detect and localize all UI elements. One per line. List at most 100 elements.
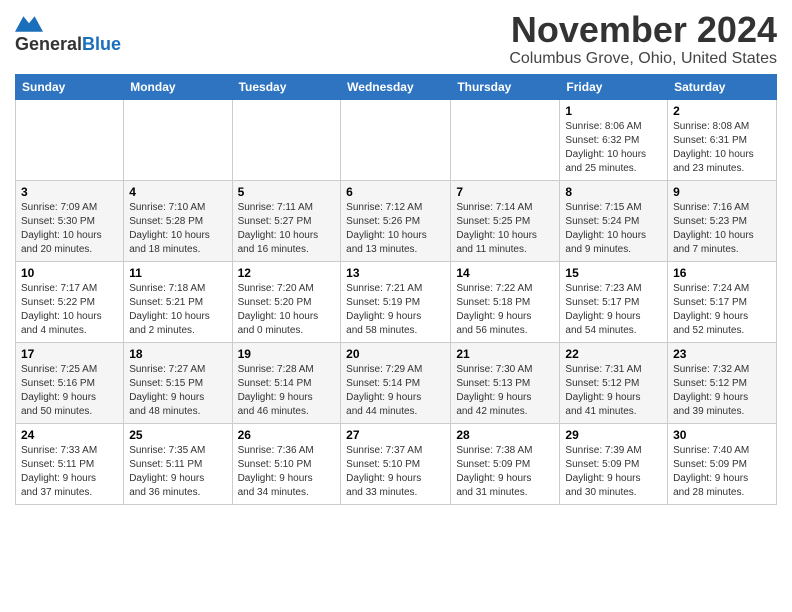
calendar-cell: 29 Sunrise: 7:39 AM Sunset: 5:09 PM Dayli… xyxy=(560,423,668,504)
day-number: 26 xyxy=(238,428,336,442)
day-details: Sunrise: 7:27 AM Sunset: 5:15 PM Dayligh… xyxy=(129,363,226,419)
calendar-cell: 23 Sunrise: 7:32 AM Sunset: 5:12 PM Dayli… xyxy=(668,342,777,423)
calendar-cell xyxy=(451,99,560,180)
calendar-cell: 3 Sunrise: 7:09 AM Sunset: 5:30 PM Daylig… xyxy=(16,180,124,261)
calendar-cell xyxy=(232,99,341,180)
calendar-cell: 15Sunrise: 7:23 AM Sunset: 5:17 PM Dayli… xyxy=(560,261,668,342)
day-details: Sunrise: 7:15 AM Sunset: 5:24 PM Dayligh… xyxy=(565,201,662,257)
day-details: Sunrise: 7:37 AM Sunset: 5:10 PM Dayligh… xyxy=(346,444,445,500)
calendar-table: SundayMondayTuesdayWednesdayThursdayFrid… xyxy=(15,74,777,505)
calendar-cell: 28 Sunrise: 7:38 AM Sunset: 5:09 PM Dayli… xyxy=(451,423,560,504)
day-number: 16 xyxy=(673,266,771,280)
day-details: Sunrise: 7:29 AM Sunset: 5:14 PM Dayligh… xyxy=(346,363,445,419)
day-details: Sunrise: 8:08 AM Sunset: 6:31 PM Dayligh… xyxy=(673,120,771,176)
day-number: 20 xyxy=(346,347,445,361)
calendar-cell: 2 Sunrise: 8:08 AM Sunset: 6:31 PM Daylig… xyxy=(668,99,777,180)
day-details: Sunrise: 7:35 AM Sunset: 5:11 PM Dayligh… xyxy=(129,444,226,500)
calendar-cell: 25Sunrise: 7:35 AM Sunset: 5:11 PM Dayli… xyxy=(124,423,232,504)
weekday-header-sunday: Sunday xyxy=(16,74,124,99)
day-number: 11 xyxy=(129,266,226,280)
day-details: Sunrise: 7:10 AM Sunset: 5:28 PM Dayligh… xyxy=(129,201,226,257)
day-number: 29 xyxy=(565,428,662,442)
calendar-cell: 14 Sunrise: 7:22 AM Sunset: 5:18 PM Dayli… xyxy=(451,261,560,342)
calendar-header-row: SundayMondayTuesdayWednesdayThursdayFrid… xyxy=(16,74,777,99)
header: General Blue November 2024 Columbus Grov… xyxy=(15,10,777,68)
calendar-cell xyxy=(124,99,232,180)
calendar-body: 1 Sunrise: 8:06 AM Sunset: 6:32 PM Daylig… xyxy=(16,99,777,504)
calendar-cell: 1 Sunrise: 8:06 AM Sunset: 6:32 PM Daylig… xyxy=(560,99,668,180)
logo: General Blue xyxy=(15,16,121,55)
day-number: 19 xyxy=(238,347,336,361)
calendar-week-2: 3 Sunrise: 7:09 AM Sunset: 5:30 PM Daylig… xyxy=(16,180,777,261)
day-details: Sunrise: 7:32 AM Sunset: 5:12 PM Dayligh… xyxy=(673,363,771,419)
calendar-cell: 16Sunrise: 7:24 AM Sunset: 5:17 PM Dayli… xyxy=(668,261,777,342)
day-details: Sunrise: 7:38 AM Sunset: 5:09 PM Dayligh… xyxy=(456,444,554,500)
calendar-cell: 6 Sunrise: 7:12 AM Sunset: 5:26 PM Daylig… xyxy=(341,180,451,261)
day-number: 3 xyxy=(21,185,118,199)
day-details: Sunrise: 7:40 AM Sunset: 5:09 PM Dayligh… xyxy=(673,444,771,500)
day-details: Sunrise: 7:14 AM Sunset: 5:25 PM Dayligh… xyxy=(456,201,554,257)
day-number: 9 xyxy=(673,185,771,199)
day-details: Sunrise: 7:12 AM Sunset: 5:26 PM Dayligh… xyxy=(346,201,445,257)
day-number: 5 xyxy=(238,185,336,199)
day-number: 22 xyxy=(565,347,662,361)
calendar-cell: 22 Sunrise: 7:31 AM Sunset: 5:12 PM Dayli… xyxy=(560,342,668,423)
day-details: Sunrise: 7:11 AM Sunset: 5:27 PM Dayligh… xyxy=(238,201,336,257)
calendar-cell: 10 Sunrise: 7:17 AM Sunset: 5:22 PM Dayli… xyxy=(16,261,124,342)
day-number: 28 xyxy=(456,428,554,442)
day-number: 18 xyxy=(129,347,226,361)
day-number: 2 xyxy=(673,104,771,118)
day-number: 7 xyxy=(456,185,554,199)
day-number: 13 xyxy=(346,266,445,280)
day-details: Sunrise: 7:20 AM Sunset: 5:20 PM Dayligh… xyxy=(238,282,336,338)
calendar-cell: 20 Sunrise: 7:29 AM Sunset: 5:14 PM Dayli… xyxy=(341,342,451,423)
day-number: 1 xyxy=(565,104,662,118)
day-details: Sunrise: 7:31 AM Sunset: 5:12 PM Dayligh… xyxy=(565,363,662,419)
day-number: 24 xyxy=(21,428,118,442)
weekday-header-monday: Monday xyxy=(124,74,232,99)
calendar-week-3: 10 Sunrise: 7:17 AM Sunset: 5:22 PM Dayli… xyxy=(16,261,777,342)
calendar-cell: 12 Sunrise: 7:20 AM Sunset: 5:20 PM Dayli… xyxy=(232,261,341,342)
weekday-header-wednesday: Wednesday xyxy=(341,74,451,99)
calendar-cell: 7 Sunrise: 7:14 AM Sunset: 5:25 PM Daylig… xyxy=(451,180,560,261)
day-number: 6 xyxy=(346,185,445,199)
calendar-cell: 30Sunrise: 7:40 AM Sunset: 5:09 PM Dayli… xyxy=(668,423,777,504)
calendar-week-5: 24Sunrise: 7:33 AM Sunset: 5:11 PM Dayli… xyxy=(16,423,777,504)
day-number: 27 xyxy=(346,428,445,442)
calendar-cell xyxy=(341,99,451,180)
day-number: 14 xyxy=(456,266,554,280)
day-details: Sunrise: 7:17 AM Sunset: 5:22 PM Dayligh… xyxy=(21,282,118,338)
weekday-header-friday: Friday xyxy=(560,74,668,99)
calendar-cell: 18 Sunrise: 7:27 AM Sunset: 5:15 PM Dayli… xyxy=(124,342,232,423)
day-details: Sunrise: 7:36 AM Sunset: 5:10 PM Dayligh… xyxy=(238,444,336,500)
calendar-cell: 27 Sunrise: 7:37 AM Sunset: 5:10 PM Dayli… xyxy=(341,423,451,504)
day-details: Sunrise: 7:39 AM Sunset: 5:09 PM Dayligh… xyxy=(565,444,662,500)
calendar-cell: 8 Sunrise: 7:15 AM Sunset: 5:24 PM Daylig… xyxy=(560,180,668,261)
day-details: Sunrise: 8:06 AM Sunset: 6:32 PM Dayligh… xyxy=(565,120,662,176)
day-number: 4 xyxy=(129,185,226,199)
weekday-header-tuesday: Tuesday xyxy=(232,74,341,99)
logo-icon xyxy=(15,16,43,32)
logo-blue: Blue xyxy=(82,34,121,55)
logo-general: General xyxy=(15,34,82,55)
day-number: 23 xyxy=(673,347,771,361)
title-block: November 2024 Columbus Grove, Ohio, Unit… xyxy=(509,10,777,68)
day-number: 12 xyxy=(238,266,336,280)
day-details: Sunrise: 7:30 AM Sunset: 5:13 PM Dayligh… xyxy=(456,363,554,419)
calendar-cell: 17Sunrise: 7:25 AM Sunset: 5:16 PM Dayli… xyxy=(16,342,124,423)
calendar-cell: 19Sunrise: 7:28 AM Sunset: 5:14 PM Dayli… xyxy=(232,342,341,423)
day-details: Sunrise: 7:22 AM Sunset: 5:18 PM Dayligh… xyxy=(456,282,554,338)
day-number: 10 xyxy=(21,266,118,280)
calendar-week-4: 17Sunrise: 7:25 AM Sunset: 5:16 PM Dayli… xyxy=(16,342,777,423)
day-number: 8 xyxy=(565,185,662,199)
calendar-cell: 26 Sunrise: 7:36 AM Sunset: 5:10 PM Dayli… xyxy=(232,423,341,504)
calendar-cell: 24Sunrise: 7:33 AM Sunset: 5:11 PM Dayli… xyxy=(16,423,124,504)
day-number: 21 xyxy=(456,347,554,361)
day-details: Sunrise: 7:09 AM Sunset: 5:30 PM Dayligh… xyxy=(21,201,118,257)
calendar-cell xyxy=(16,99,124,180)
day-details: Sunrise: 7:23 AM Sunset: 5:17 PM Dayligh… xyxy=(565,282,662,338)
day-number: 17 xyxy=(21,347,118,361)
day-details: Sunrise: 7:16 AM Sunset: 5:23 PM Dayligh… xyxy=(673,201,771,257)
calendar-cell: 11Sunrise: 7:18 AM Sunset: 5:21 PM Dayli… xyxy=(124,261,232,342)
weekday-header-thursday: Thursday xyxy=(451,74,560,99)
